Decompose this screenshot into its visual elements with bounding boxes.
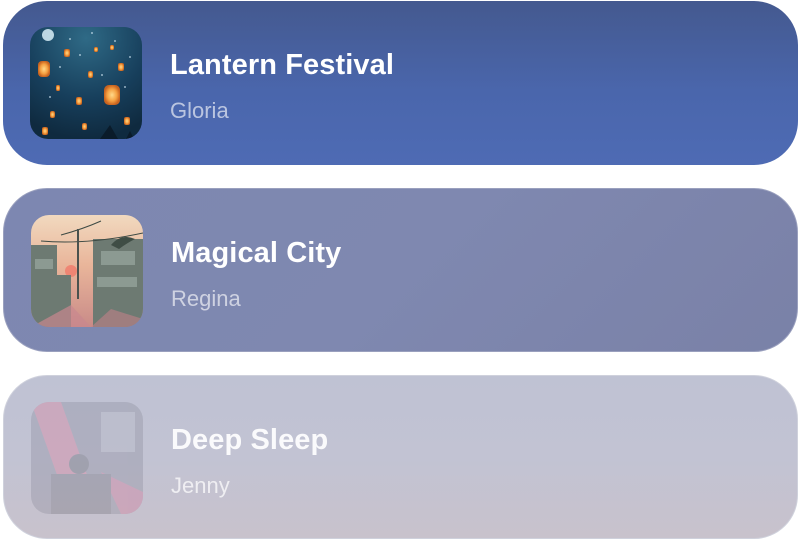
track-artist: Jenny bbox=[171, 473, 230, 498]
deep-sleep-artwork bbox=[31, 402, 143, 514]
track-card-lantern-festival[interactable]: Lantern Festival Gloria bbox=[3, 1, 798, 165]
track-title: Magical City bbox=[171, 237, 342, 269]
track-title: Deep Sleep bbox=[171, 424, 329, 456]
track-artist: Gloria bbox=[170, 98, 229, 123]
track-title: Lantern Festival bbox=[170, 49, 394, 81]
track-artist: Regina bbox=[171, 286, 241, 311]
track-list: Lantern Festival Gloria Magical City Reg… bbox=[0, 0, 800, 540]
track-card-magical-city[interactable]: Magical City Regina bbox=[3, 188, 798, 352]
magical-city-artwork bbox=[31, 215, 143, 327]
lantern-festival-artwork bbox=[30, 27, 142, 139]
track-card-deep-sleep[interactable]: Deep Sleep Jenny bbox=[3, 375, 798, 539]
